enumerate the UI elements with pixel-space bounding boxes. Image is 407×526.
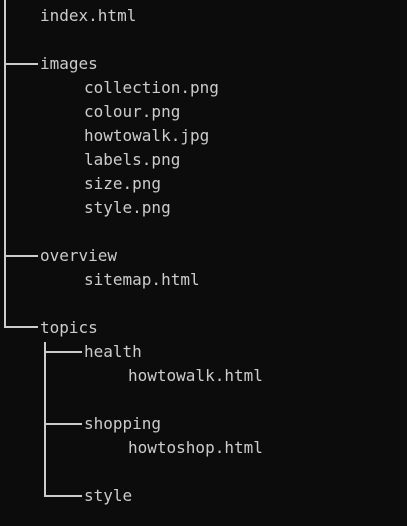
folder-images: images <box>40 54 98 73</box>
branch-style <box>44 495 82 497</box>
folder-shopping: shopping <box>84 414 162 433</box>
file-index-html: index.html <box>40 6 137 25</box>
branch-images <box>4 63 38 65</box>
file-sitemap-html: sitemap.html <box>84 270 200 289</box>
folder-health: health <box>84 342 142 361</box>
file-colour-png: colour.png <box>84 102 181 121</box>
branch-topics <box>4 326 38 328</box>
folder-topics: topics <box>40 318 98 337</box>
terminal-window: index.html images collection.png colour.… <box>0 0 407 526</box>
file-collection-png: collection.png <box>84 78 219 97</box>
root-tree-line <box>4 0 6 327</box>
file-size-png: size.png <box>84 174 162 193</box>
file-style-png: style.png <box>84 198 171 217</box>
topics-tree-line <box>44 342 46 497</box>
file-labels-png: labels.png <box>84 150 181 169</box>
folder-overview: overview <box>40 246 118 265</box>
branch-overview <box>4 255 38 257</box>
branch-health <box>44 351 82 353</box>
file-howtoshop-html: howtoshop.html <box>128 438 263 457</box>
branch-shopping <box>44 423 82 425</box>
file-howtowalk-html: howtowalk.html <box>128 366 263 385</box>
folder-style: style <box>84 486 133 505</box>
file-howtowalk-jpg: howtowalk.jpg <box>84 126 210 145</box>
